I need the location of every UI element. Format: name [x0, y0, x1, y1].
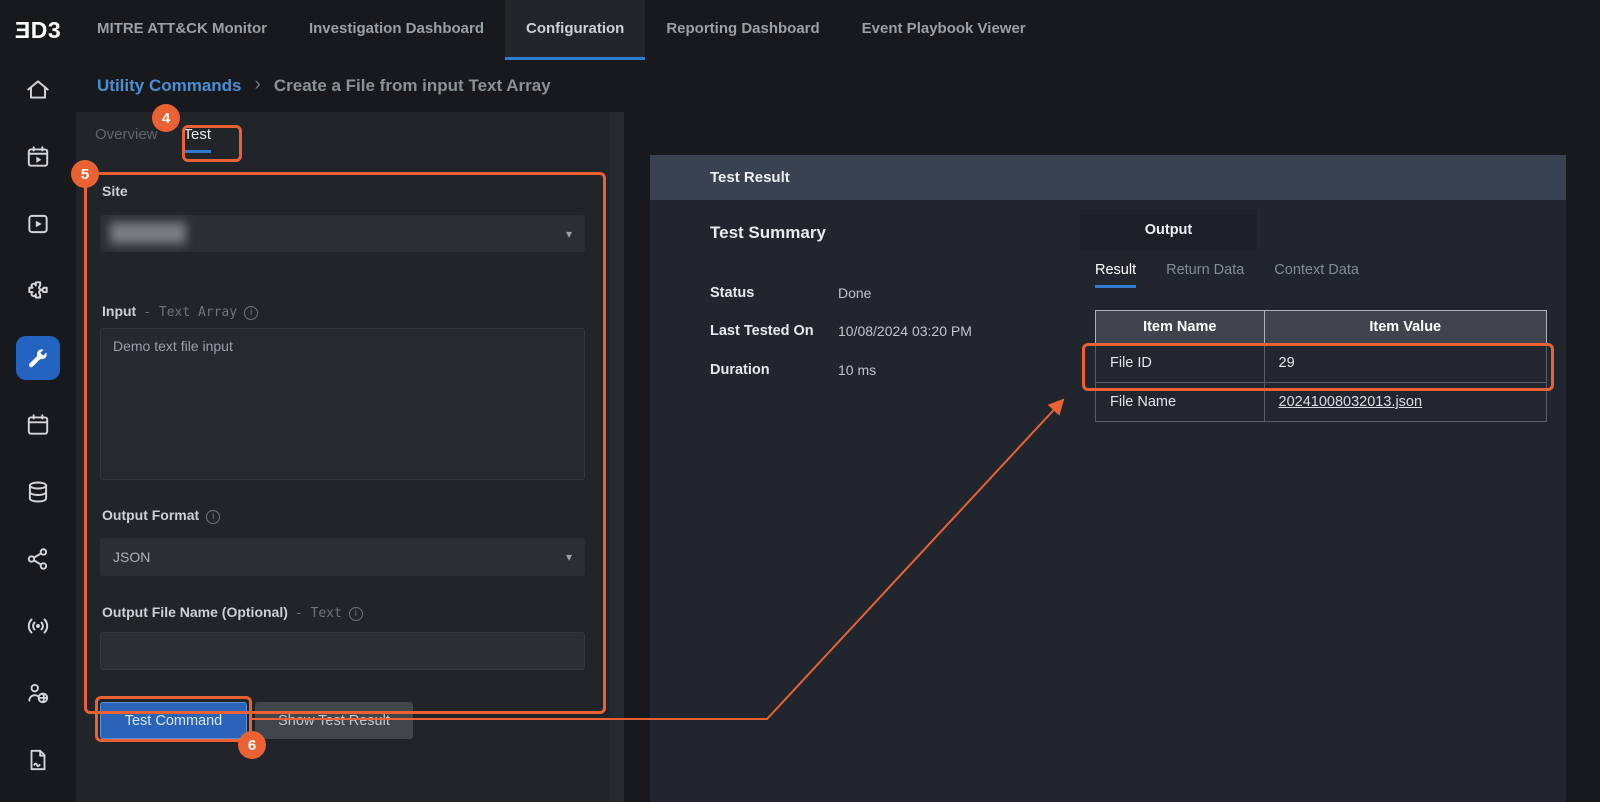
file-link[interactable]: 20241008032013.json [1279, 394, 1423, 410]
nav-reporting-dashboard[interactable]: Reporting Dashboard [645, 0, 840, 60]
info-icon[interactable] [206, 510, 220, 524]
breadcrumb-parent-link[interactable]: Utility Commands [97, 76, 242, 96]
icon-sidebar [0, 60, 76, 802]
tab-test[interactable]: Test [184, 126, 212, 153]
chevron-down-icon: ▾ [566, 227, 572, 241]
chevron-down-icon: ▾ [566, 550, 572, 564]
test-command-button[interactable]: Test Command [100, 702, 247, 739]
output-file-name-input[interactable] [100, 632, 585, 670]
geo-user-icon[interactable] [16, 671, 60, 715]
column-header-item-name: Item Name [1096, 311, 1265, 344]
table-row-file-id: File ID 29 [1096, 344, 1547, 383]
subtab-context-data[interactable]: Context Data [1274, 262, 1359, 288]
playbook-icon[interactable] [16, 202, 60, 246]
column-header-item-value: Item Value [1264, 311, 1546, 344]
command-test-panel: Overview Test Site ▾ Input- Text Array D… [76, 112, 610, 802]
subtab-result[interactable]: Result [1095, 262, 1136, 288]
input-label: Input- Text Array [102, 303, 258, 320]
subtab-return-data[interactable]: Return Data [1166, 262, 1244, 288]
show-test-result-button[interactable]: Show Test Result [255, 702, 413, 739]
output-sub-tabs: Result Return Data Context Data [1095, 262, 1359, 288]
result-table: Item Name Item Value File ID 29 File Nam… [1095, 310, 1547, 422]
table-header-row: Item Name Item Value [1096, 311, 1547, 344]
home-icon[interactable] [16, 68, 60, 112]
d3-logo[interactable]: ƎD3 [0, 0, 76, 60]
site-select[interactable]: ▾ [100, 215, 585, 252]
integrations-icon[interactable] [16, 269, 60, 313]
app-window: ƎD3 MITRE ATT&CK Monitor Investigation D… [0, 0, 1600, 802]
summary-row-last-tested: Last Tested On 10/08/2024 03:20 PM [710, 323, 972, 339]
calendar-icon[interactable] [16, 403, 60, 447]
broadcast-icon[interactable] [16, 604, 60, 648]
panel-scrollbar[interactable] [610, 112, 624, 802]
top-nav: ƎD3 MITRE ATT&CK Monitor Investigation D… [0, 0, 1600, 60]
last-tested-value: 10/08/2024 03:20 PM [838, 323, 972, 339]
info-icon[interactable] [244, 306, 258, 320]
test-result-panel: Test Result Test Summary Status Done Las… [650, 155, 1566, 802]
info-icon[interactable] [349, 607, 363, 621]
utility-commands-icon[interactable] [16, 336, 60, 380]
chevron-right-icon: › [255, 74, 261, 96]
breadcrumb: Utility Commands › Create a File from in… [76, 60, 551, 112]
output-format-select[interactable]: JSON ▾ [100, 538, 585, 576]
summary-row-status: Status Done [710, 285, 871, 301]
nav-mitre-attck-monitor[interactable]: MITRE ATT&CK Monitor [76, 0, 288, 60]
signature-document-icon[interactable] [16, 738, 60, 782]
test-result-header: Test Result [650, 155, 1566, 200]
scheduled-playbook-icon[interactable] [16, 135, 60, 179]
status-value: Done [838, 285, 871, 301]
nav-event-playbook-viewer[interactable]: Event Playbook Viewer [841, 0, 1047, 60]
summary-row-duration: Duration 10 ms [710, 362, 876, 378]
nav-configuration[interactable]: Configuration [505, 0, 645, 60]
page-title: Create a File from input Text Array [274, 76, 551, 96]
tab-output[interactable]: Output [1080, 210, 1257, 250]
tab-overview[interactable]: Overview [95, 126, 158, 153]
output-format-label: Output Format [102, 507, 220, 524]
input-textarea[interactable]: Demo text file input [100, 328, 585, 480]
duration-value: 10 ms [838, 362, 876, 378]
site-label: Site [102, 183, 128, 199]
database-icon[interactable] [16, 470, 60, 514]
redacted-site-value [110, 222, 186, 244]
connections-icon[interactable] [16, 537, 60, 581]
nav-investigation-dashboard[interactable]: Investigation Dashboard [288, 0, 505, 60]
test-summary-title: Test Summary [710, 223, 826, 243]
output-file-name-label: Output File Name (Optional)- Text [102, 604, 363, 621]
table-row-file-name: File Name 20241008032013.json [1096, 383, 1547, 422]
panel-tabs: Overview Test [95, 126, 211, 153]
